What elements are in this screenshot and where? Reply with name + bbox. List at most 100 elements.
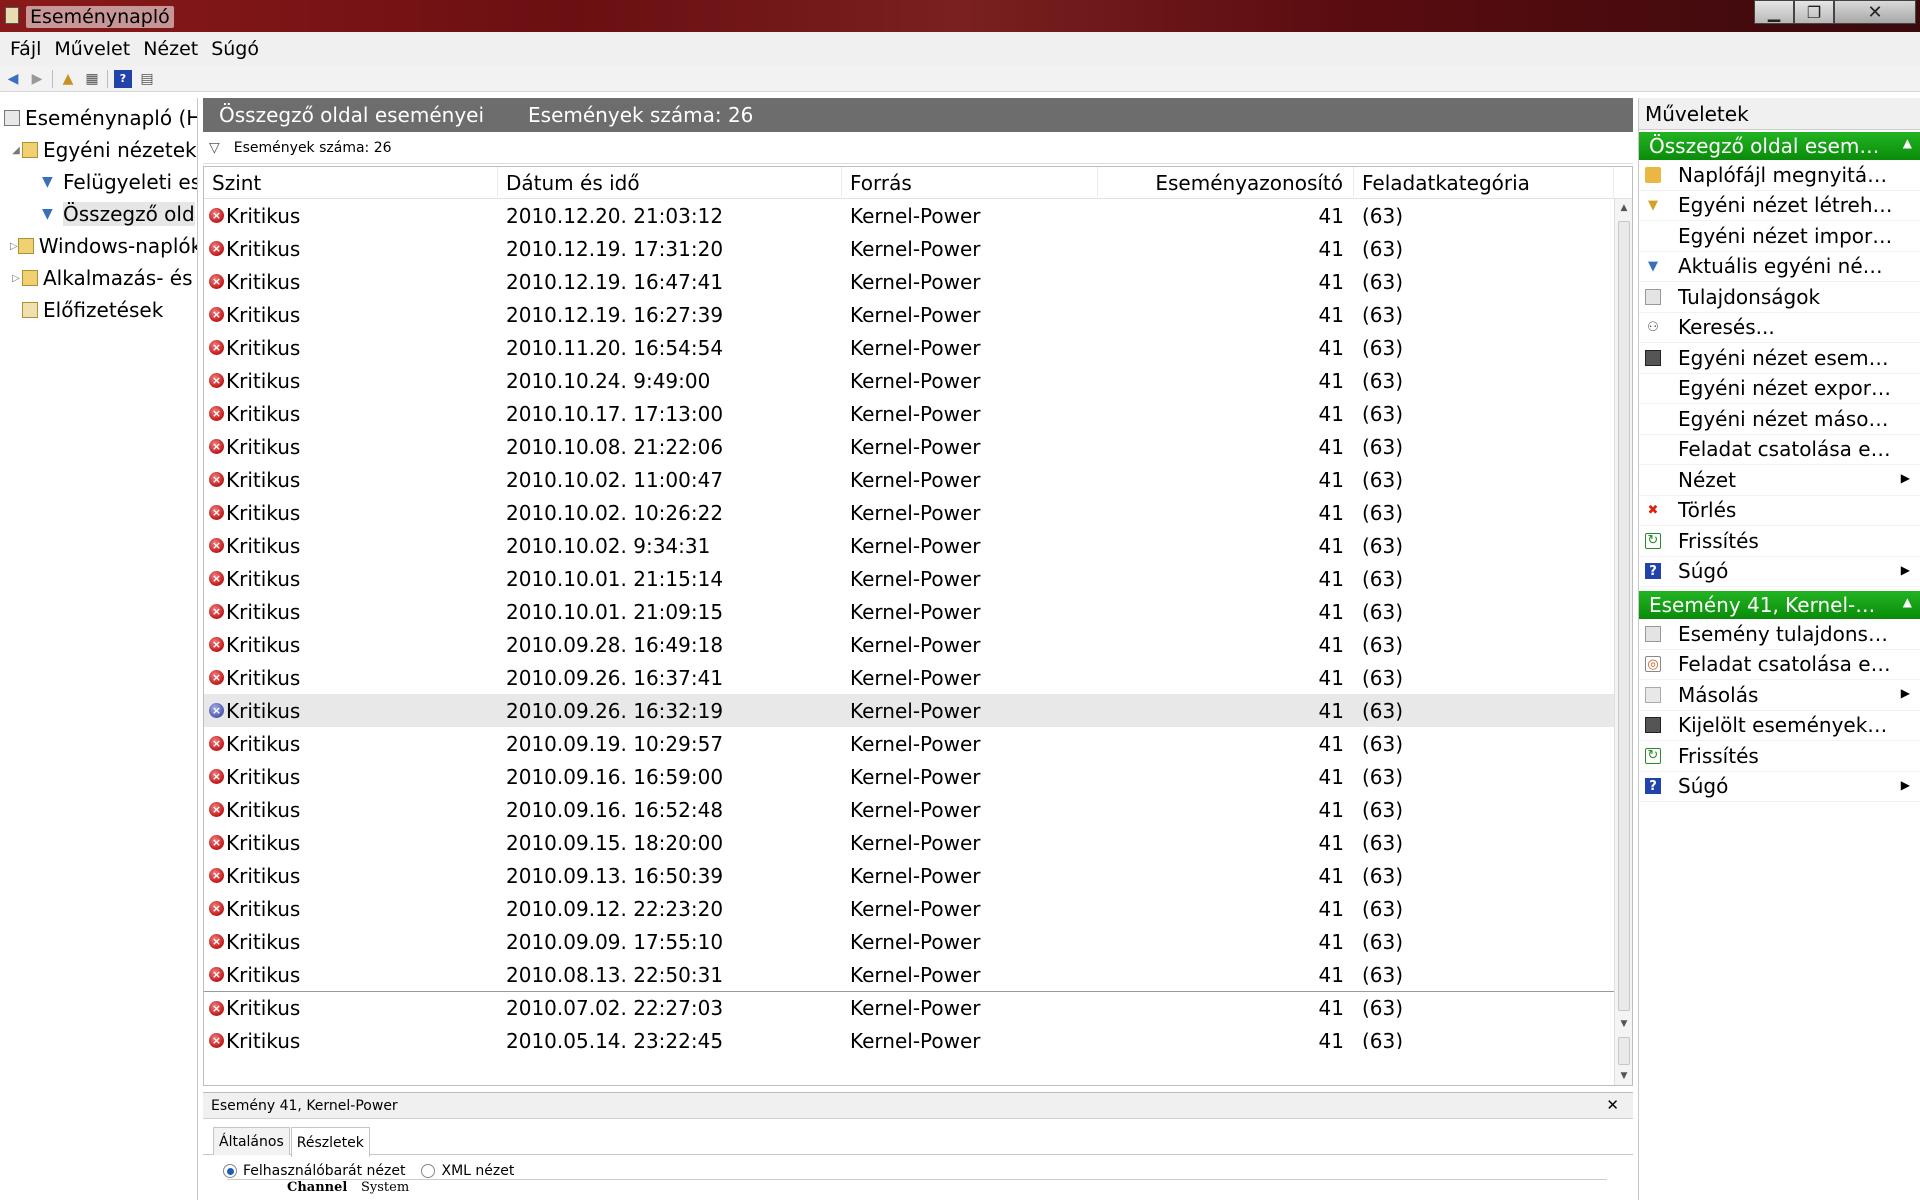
help-icon[interactable]: ? bbox=[114, 69, 132, 88]
table-row[interactable]: × Kritikus 2010.12.19. 16:47:41 Kernel-Powe… bbox=[204, 265, 1632, 298]
radio-friendly-view[interactable]: Felhasználóbarát nézet bbox=[223, 1163, 405, 1179]
table-row[interactable]: × Kritikus 2010.12.19. 16:27:39 Kernel-Powe… bbox=[204, 298, 1632, 331]
action-item[interactable]: ◎ Feladat csatolása ehhez az eseményhez..… bbox=[1639, 650, 1920, 680]
scroll-down-icon[interactable]: ▼ bbox=[1615, 1015, 1633, 1033]
console-icon[interactable]: ▦ bbox=[83, 70, 101, 88]
collapse-arrow-icon[interactable]: ◢ bbox=[10, 145, 22, 156]
tree-item-summary-page[interactable]: ▼ Összegző old bbox=[0, 198, 197, 230]
table-scrollbar-lower[interactable]: ▼ bbox=[1614, 1033, 1632, 1085]
action-item[interactable]: Nézet ▶ bbox=[1639, 465, 1920, 496]
table-scrollbar[interactable]: ▲ ▼ bbox=[1614, 199, 1632, 1033]
action-item[interactable]: Egyéni nézet exportálása... bbox=[1639, 374, 1920, 404]
action-item[interactable]: Egyéni nézet importálása... bbox=[1639, 221, 1920, 252]
expand-arrow-icon[interactable]: ▷ bbox=[10, 241, 18, 252]
tree-item-admin-events[interactable]: ▼ Felügyeleti es bbox=[0, 166, 197, 198]
table-row[interactable]: × Kritikus 2010.09.26. 16:32:19 Kernel-Powe… bbox=[204, 694, 1632, 727]
scroll-thumb[interactable] bbox=[1618, 1037, 1630, 1065]
forward-icon[interactable]: ▶ bbox=[28, 70, 46, 88]
table-row[interactable]: × Kritikus 2010.10.02. 10:26:22 Kernel-Powe… bbox=[204, 496, 1632, 529]
table-row[interactable]: × Kritikus 2010.09.28. 16:49:18 Kernel-Powe… bbox=[204, 628, 1632, 661]
actions-section-summary[interactable]: Összegző oldal eseményei ▲ bbox=[1639, 132, 1920, 160]
action-item[interactable]: ✖ Törlés bbox=[1639, 496, 1920, 526]
actions-section-event[interactable]: Esemény 41, Kernel-Power ▲ bbox=[1639, 591, 1920, 619]
close-icon[interactable]: ✕ bbox=[1606, 1096, 1619, 1114]
tree-item-app-services-logs[interactable]: ▷ Alkalmazás- és bbox=[0, 262, 197, 294]
menu-action[interactable]: Művelet bbox=[54, 38, 130, 60]
radio-selected-icon[interactable] bbox=[223, 1164, 237, 1178]
scroll-thumb[interactable] bbox=[1618, 221, 1630, 1011]
menu-help[interactable]: Súgó bbox=[211, 38, 259, 60]
tree-item-subscriptions[interactable]: Előfizetések bbox=[0, 294, 197, 326]
panel-icon[interactable]: ▤ bbox=[138, 70, 156, 88]
table-row[interactable]: × Kritikus 2010.09.26. 16:37:41 Kernel-Powe… bbox=[204, 661, 1632, 694]
collapse-icon[interactable]: ▲ bbox=[1903, 595, 1912, 609]
table-row[interactable]: × Kritikus 2010.09.16. 16:52:48 Kernel-Powe… bbox=[204, 793, 1632, 826]
level-text: Kritikus bbox=[226, 236, 301, 261]
table-row[interactable]: × Kritikus 2010.10.01. 21:15:14 Kernel-Powe… bbox=[204, 562, 1632, 595]
table-row[interactable]: × Kritikus 2010.09.12. 22:23:20 Kernel-Powe… bbox=[204, 892, 1632, 925]
tab-general[interactable]: Általános bbox=[213, 1127, 290, 1155]
table-row[interactable]: × Kritikus 2010.09.15. 18:20:00 Kernel-Powe… bbox=[204, 826, 1632, 859]
column-date[interactable]: Dátum és idő bbox=[498, 166, 842, 199]
up-icon[interactable]: ▲ bbox=[59, 70, 77, 88]
expand-arrow-icon[interactable]: ▷ bbox=[10, 273, 22, 284]
close-button[interactable]: ✕ bbox=[1834, 0, 1916, 24]
action-item[interactable]: Egyéni nézet eseményeinek mentése... bbox=[1639, 343, 1920, 374]
action-item[interactable]: Másolás ▶ bbox=[1639, 680, 1920, 711]
action-item[interactable]: ▼ Egyéni nézet létrehozása... bbox=[1639, 191, 1920, 221]
scroll-up-icon[interactable]: ▲ bbox=[1615, 199, 1633, 217]
table-row[interactable]: × Kritikus 2010.11.20. 16:54:54 Kernel-Powe… bbox=[204, 331, 1632, 364]
table-row[interactable]: × Kritikus 2010.12.19. 17:31:20 Kernel-Powe… bbox=[204, 232, 1632, 265]
action-item[interactable]: Tulajdonságok bbox=[1639, 282, 1920, 313]
column-event-id[interactable]: Eseményazonosító bbox=[1098, 166, 1354, 199]
menu-view[interactable]: Nézet bbox=[143, 38, 198, 60]
action-item[interactable]: Kijelölt események mentése... bbox=[1639, 711, 1920, 741]
cell-source: Kernel-Power bbox=[850, 996, 981, 1020]
table-row[interactable]: × Kritikus 2010.09.19. 10:29:57 Kernel-Powe… bbox=[204, 727, 1632, 760]
radio-xml-view[interactable]: XML nézet bbox=[421, 1163, 514, 1179]
action-item[interactable]: ↻ Frissítés bbox=[1639, 526, 1920, 557]
table-row[interactable]: × Kritikus 2010.10.17. 17:13:00 Kernel-Powe… bbox=[204, 397, 1632, 430]
cell-date: 2010.09.15. 18:20:00 bbox=[506, 830, 724, 855]
column-source[interactable]: Forrás bbox=[842, 166, 1098, 199]
cell-category: (63) bbox=[1362, 335, 1404, 360]
action-item[interactable]: Feladat csatolása ehhez az egyéni nézeth… bbox=[1639, 435, 1920, 465]
column-task-category[interactable]: Feladatkategória bbox=[1354, 166, 1614, 199]
action-item[interactable]: ⚇ Keresés... bbox=[1639, 313, 1920, 343]
action-item[interactable]: ↻ Frissítés bbox=[1639, 741, 1920, 772]
table-row[interactable]: × Kritikus 2010.10.08. 21:22:06 Kernel-Powe… bbox=[204, 430, 1632, 463]
collapse-icon[interactable]: ▲ bbox=[1903, 136, 1912, 150]
minimize-button[interactable]: ▁ bbox=[1754, 0, 1794, 24]
tab-details[interactable]: Részletek bbox=[290, 1127, 370, 1157]
action-item[interactable]: Esemény tulajdonságai bbox=[1639, 619, 1920, 650]
tree-item-custom-views[interactable]: ◢ Egyéni nézetek bbox=[0, 134, 197, 166]
level-text: Kritikus bbox=[226, 335, 301, 360]
action-item[interactable]: ▼ Aktuális egyéni nézet szűrése... bbox=[1639, 252, 1920, 282]
table-row[interactable]: × Kritikus 2010.07.02. 22:27:03 Kernel-Powe… bbox=[204, 991, 1632, 1024]
table-row[interactable]: × Kritikus 2010.10.02. 11:00:47 Kernel-Powe… bbox=[204, 463, 1632, 496]
restore-button[interactable]: ❐ bbox=[1794, 0, 1834, 24]
tree-item-event-viewer[interactable]: Eseménynapló (He bbox=[0, 102, 197, 134]
action-item[interactable]: ? Súgó ▶ bbox=[1639, 772, 1920, 802]
table-row[interactable]: × Kritikus 2010.09.09. 17:55:10 Kernel-Powe… bbox=[204, 925, 1632, 958]
action-item[interactable]: Naplófájl megnyitása... bbox=[1639, 160, 1920, 191]
table-row[interactable]: × Kritikus 2010.08.13. 22:50:31 Kernel-Powe… bbox=[204, 958, 1632, 991]
column-level[interactable]: Szint bbox=[204, 166, 498, 199]
back-icon[interactable]: ◀ bbox=[4, 70, 22, 88]
menu-file[interactable]: Fájl bbox=[10, 38, 41, 60]
table-row[interactable]: × Kritikus 2010.10.01. 21:09:15 Kernel-Powe… bbox=[204, 595, 1632, 628]
table-row[interactable]: × Kritikus 2010.10.02. 9:34:31 Kernel-Power… bbox=[204, 529, 1632, 562]
cell-date: 2010.09.26. 16:32:19 bbox=[506, 698, 724, 723]
find-icon: ⚇ bbox=[1647, 319, 1659, 335]
table-row[interactable]: × Kritikus 2010.10.24. 9:49:00 Kernel-Power… bbox=[204, 364, 1632, 397]
table-row[interactable]: × Kritikus 2010.09.13. 16:50:39 Kernel-Powe… bbox=[204, 859, 1632, 892]
radio-unselected-icon[interactable] bbox=[421, 1164, 436, 1178]
table-row[interactable]: × Kritikus 2010.12.20. 21:03:12 Kernel-Powe… bbox=[204, 199, 1632, 232]
action-item[interactable]: ? Súgó ▶ bbox=[1639, 557, 1920, 587]
table-row[interactable]: × Kritikus 2010.09.16. 16:59:00 Kernel-Powe… bbox=[204, 760, 1632, 793]
level-text: Kritikus bbox=[226, 996, 301, 1020]
table-row[interactable]: × Kritikus 2010.05.14. 23:22:45 Kernel-Powe… bbox=[204, 1024, 1632, 1049]
tree-item-windows-logs[interactable]: ▷ Windows-naplók bbox=[0, 230, 197, 262]
scroll-down-icon[interactable]: ▼ bbox=[1615, 1067, 1633, 1085]
action-item[interactable]: Egyéni nézet másolása... bbox=[1639, 404, 1920, 435]
